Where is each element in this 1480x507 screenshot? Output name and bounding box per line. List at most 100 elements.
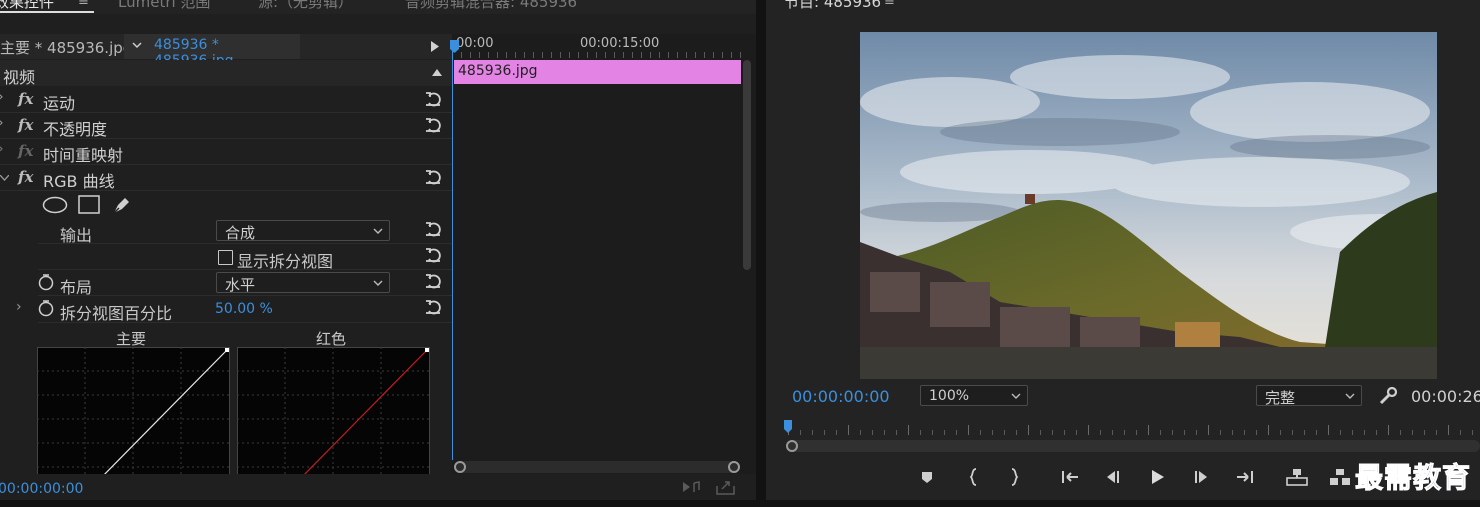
mark-out-icon[interactable] [1003, 466, 1025, 488]
effect-name: RGB 曲线 [43, 172, 115, 191]
chevron-down-icon [132, 42, 142, 49]
video-section-label: 视频 [3, 68, 36, 87]
scroll-handle-left[interactable] [786, 440, 798, 452]
fx-icon[interactable]: fx [18, 168, 33, 186]
horizontal-scrollbar[interactable] [454, 461, 740, 473]
output-dropdown[interactable]: 合成 [216, 220, 390, 242]
playhead-marker-icon[interactable] [784, 420, 793, 434]
output-label: 输出 [60, 226, 93, 245]
split-view-label: 显示拆分视图 [237, 252, 334, 271]
ellipse-mask-icon[interactable] [42, 196, 68, 214]
curve-graph-red[interactable] [237, 347, 430, 475]
expand-chevron-icon[interactable]: › [0, 89, 4, 105]
program-tab[interactable]: 节目: 485936 ≡ [766, 0, 966, 14]
chevron-down-icon [373, 280, 383, 286]
mask-tools [40, 194, 140, 218]
master-clip-label[interactable]: 主要 * 485936.jpg [0, 37, 132, 58]
scrub-ruler[interactable] [784, 420, 1480, 436]
expanded-chevron-icon[interactable] [0, 175, 9, 181]
pen-mask-icon[interactable] [111, 194, 133, 216]
tab-menu-icon[interactable]: ≡ [78, 0, 89, 9]
scroll-handle-right[interactable] [728, 461, 740, 473]
active-tab-underline [0, 11, 94, 13]
go-to-in-icon[interactable] [1059, 466, 1081, 488]
layout-dropdown[interactable]: 水平 [216, 272, 390, 294]
reset-icon[interactable] [424, 298, 442, 316]
play-icon[interactable] [1146, 466, 1168, 488]
curve-master-label: 主要 [116, 330, 147, 348]
export-icon[interactable] [716, 480, 736, 495]
video-section-header: 视频 [0, 60, 452, 87]
chevron-down-icon [373, 228, 383, 234]
step-forward-icon[interactable] [1191, 466, 1213, 488]
layout-label: 布局 [60, 278, 93, 297]
program-monitor-panel: 节目: 485936 ≡ 00:00:00:00 100% 完整 00:00:2… [766, 0, 1480, 500]
quality-dropdown[interactable]: 完整 [1256, 385, 1362, 407]
tab-menu-icon[interactable]: ≡ [884, 0, 895, 9]
audio-scrub-icon[interactable] [682, 480, 702, 494]
split-percent-label: 拆分视图百分比 [60, 304, 173, 323]
extract-icon[interactable] [1329, 466, 1351, 488]
playhead-line[interactable] [452, 40, 453, 460]
clip-bar[interactable]: 485936.jpg [454, 60, 741, 84]
effect-name: 不透明度 [43, 120, 108, 139]
wrench-icon[interactable] [1378, 386, 1398, 406]
tab-lumetri[interactable]: Lumetri 范围 [118, 0, 210, 12]
rectangle-mask-icon[interactable] [78, 195, 100, 214]
effect-row-time-remap[interactable]: › fx 时间重映射 [0, 139, 452, 165]
chevron-down-icon [1011, 393, 1021, 399]
add-marker-icon[interactable] [916, 466, 938, 488]
step-back-icon[interactable] [1101, 466, 1123, 488]
playhead-marker-icon[interactable] [450, 40, 460, 54]
scroll-handle-left[interactable] [454, 461, 466, 473]
ruler-start-label: 00:00 [456, 36, 494, 51]
quality-value: 完整 [1265, 389, 1296, 407]
tab-audio-mixer[interactable]: 音频剪辑混合器: 485936 [405, 0, 577, 12]
fx-icon[interactable]: fx [18, 116, 33, 134]
expand-chevron-icon[interactable]: › [0, 115, 4, 131]
program-video-frame[interactable] [860, 32, 1437, 379]
ruler-mid-label: 00:00:15:00 [580, 36, 660, 51]
output-value: 合成 [225, 224, 256, 242]
watermark-text: 最需教育 [1354, 461, 1472, 495]
effect-row-opacity[interactable]: › fx 不透明度 [0, 113, 452, 139]
bottom-timecode[interactable]: 00:00:00:00 [0, 481, 83, 497]
curve-graph-master[interactable] [37, 347, 230, 475]
go-to-out-icon[interactable] [1234, 466, 1256, 488]
curve-endpoint [425, 348, 429, 352]
effect-row-rgb-curves[interactable]: fx RGB 曲线 [0, 165, 452, 191]
stopwatch-icon[interactable] [38, 273, 54, 291]
effect-name: 时间重映射 [43, 146, 124, 165]
expand-chevron-icon[interactable]: › [16, 299, 22, 315]
reset-icon[interactable] [424, 168, 442, 186]
zoom-dropdown[interactable]: 100% [920, 385, 1028, 406]
collapse-up-icon[interactable] [432, 69, 442, 76]
mark-in-icon[interactable] [963, 466, 985, 488]
top-tab-bar: 效果控件 ≡ Lumetri 范围 源:（无剪辑） 音频剪辑混合器: 48593… [0, 0, 760, 14]
reset-icon[interactable] [424, 246, 442, 264]
tab-source[interactable]: 源:（无剪辑） [258, 0, 353, 12]
expand-chevron-icon[interactable]: › [0, 141, 4, 157]
fx-icon: fx [18, 142, 34, 160]
curve-endpoint [225, 348, 229, 352]
stopwatch-icon[interactable] [38, 299, 54, 317]
tab-program[interactable]: 节目: 485936 [784, 0, 881, 12]
reset-icon[interactable] [424, 116, 442, 134]
zoom-scrollbar[interactable] [786, 440, 1480, 452]
reset-icon[interactable] [424, 220, 442, 238]
vertical-scrollbar[interactable] [743, 60, 751, 270]
reset-icon[interactable] [424, 272, 442, 290]
play-triangle-icon[interactable] [431, 41, 439, 52]
fx-icon[interactable]: fx [18, 90, 33, 108]
clip-name: 485936.jpg [458, 63, 538, 79]
effect-row-motion[interactable]: › fx 运动 [0, 87, 452, 113]
split-percent-value[interactable]: 50.00 % [215, 301, 273, 317]
lift-icon[interactable] [1286, 466, 1308, 488]
sequence-clip-tab[interactable]: 485936 * 485936.jpg [124, 34, 300, 69]
reset-icon[interactable] [424, 90, 442, 108]
panel-divider[interactable] [756, 0, 766, 507]
program-timecode[interactable]: 00:00:00:00 [792, 387, 890, 406]
curve-red-label: 红色 [316, 330, 347, 348]
split-view-checkbox[interactable] [218, 250, 233, 265]
layout-value: 水平 [225, 276, 256, 294]
